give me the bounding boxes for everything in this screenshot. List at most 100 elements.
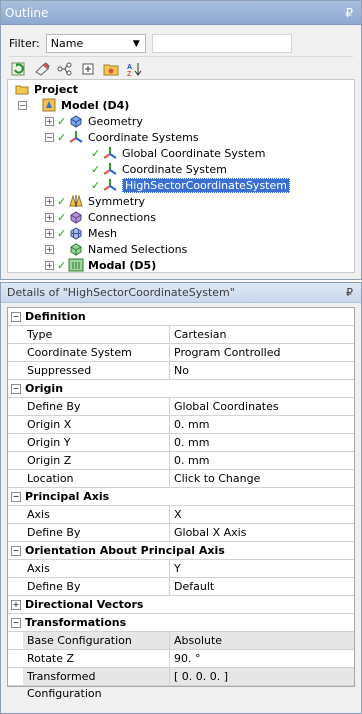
pin-icon[interactable]: ₽ [345, 1, 353, 25]
property-value[interactable]: 0. mm [170, 434, 354, 451]
property-value[interactable]: [ 0. 0. 0. ] [170, 668, 354, 685]
property-row[interactable]: Define By Global X Axis [8, 524, 354, 542]
outline-tree: Project − ✓ Model (D4) + ✓ Geometry − ✓ [7, 79, 355, 273]
collapse-icon[interactable]: − [45, 132, 54, 142]
chevron-down-icon[interactable]: ▼ [133, 36, 140, 53]
property-value[interactable]: Global X Axis [170, 524, 354, 541]
refresh-icon[interactable] [9, 60, 28, 78]
group-principal-axis[interactable]: − Principal Axis [8, 488, 354, 506]
select-icon[interactable] [32, 60, 51, 78]
collapse-icon[interactable]: − [11, 311, 21, 322]
details-panel: Details of "HighSectorCoordinateSystem" … [0, 282, 362, 714]
tree-item-label: Connections [88, 210, 156, 224]
tree-item-coordinate-systems[interactable]: − ✓ Coordinate Systems [45, 129, 199, 145]
property-row[interactable]: Define By Global Coordinates [8, 398, 354, 416]
property-value[interactable]: X [170, 506, 354, 523]
property-name: Transformed Configuration [23, 668, 170, 700]
tree-item-label: Mesh [88, 226, 117, 240]
expand-icon[interactable]: + [11, 599, 21, 610]
property-row[interactable]: Transformed Configuration[ 0. 0. 0. ] [8, 668, 354, 700]
check-icon: ✓ [57, 210, 67, 224]
property-value[interactable]: Cartesian [170, 326, 354, 343]
property-value[interactable]: Program Controlled [170, 344, 354, 361]
property-value[interactable]: 0. mm [170, 452, 354, 469]
expand-icon[interactable]: + [45, 244, 54, 254]
expand-icon[interactable]: + [45, 212, 54, 222]
property-value[interactable]: 0. mm [170, 416, 354, 433]
tree-item-label: Global Coordinate System [122, 146, 266, 160]
tree-item-modal[interactable]: + ✓ Modal (D5) [45, 257, 156, 273]
group-label: Principal Axis [25, 490, 110, 503]
tree-item-label: Coordinate System [122, 162, 227, 176]
tree-item-label: Geometry [88, 114, 143, 128]
check-icon: ✓ [57, 130, 67, 144]
tree-item-highsector-coordinate-system[interactable]: ✓ HighSectorCoordinateSystem [91, 177, 290, 193]
tree-item-coordinate-system[interactable]: ✓ Coordinate System [91, 161, 227, 177]
tree-item-connections[interactable]: + ✓ Connections [45, 209, 156, 225]
model-icon [41, 98, 57, 112]
details-title: Details of "HighSectorCoordinateSystem" [7, 286, 235, 299]
check-icon: ✓ [57, 226, 67, 240]
property-row[interactable]: Origin Z 0. mm [8, 452, 354, 470]
property-name: Origin Y [23, 434, 170, 451]
expand-icon[interactable]: + [45, 116, 54, 126]
expand-icon[interactable]: + [45, 196, 54, 206]
property-value[interactable]: Default [170, 578, 354, 595]
expand-icon[interactable]: + [45, 228, 54, 238]
graph-icon[interactable] [55, 60, 74, 78]
property-row[interactable]: Origin X 0. mm [8, 416, 354, 434]
group-transformations[interactable]: − Transformations [8, 614, 354, 632]
property-row[interactable]: Base Configuration Absolute [8, 632, 354, 650]
collapse-icon[interactable]: − [11, 383, 21, 394]
property-name: Rotate Z [23, 650, 170, 667]
expand-icon[interactable]: + [45, 260, 54, 270]
property-value[interactable]: No [170, 362, 354, 379]
connections-icon [68, 210, 84, 224]
property-name: Base Configuration [23, 632, 170, 649]
property-row[interactable]: Rotate Z 90. ° [8, 650, 354, 668]
property-value[interactable]: Y [170, 560, 354, 577]
tree-item-label: Project [34, 82, 79, 96]
collapse-icon[interactable]: − [11, 545, 21, 556]
sort-icon[interactable]: AZ [124, 60, 143, 78]
property-row[interactable]: Coordinate System Program Controlled [8, 344, 354, 362]
group-origin[interactable]: − Origin [8, 380, 354, 398]
group-definition[interactable]: − Definition [8, 308, 354, 326]
property-row[interactable]: Type Cartesian [8, 326, 354, 344]
tree-item-named-selections[interactable]: + ✓ Named Selections [45, 241, 187, 257]
property-name: Type [23, 326, 170, 343]
property-name: Define By [23, 524, 170, 541]
group-label: Origin [25, 382, 64, 395]
tree-item-global-coordinate-system[interactable]: ✓ Global Coordinate System [91, 145, 265, 161]
property-value[interactable]: Click to Change [170, 470, 354, 487]
property-value[interactable]: 90. ° [170, 650, 354, 667]
property-row[interactable]: Suppressed No [8, 362, 354, 380]
property-name: Axis [23, 506, 170, 523]
axes-icon [102, 178, 118, 192]
property-row[interactable]: Axis Y [8, 560, 354, 578]
tree-item-model[interactable]: − ✓ Model (D4) [18, 97, 129, 113]
collapse-icon[interactable]: − [11, 617, 21, 628]
property-value[interactable]: Global Coordinates [170, 398, 354, 415]
filter-type-select[interactable]: Name ▼ [45, 33, 146, 53]
filter-input[interactable] [151, 33, 292, 53]
tree-item-mesh[interactable]: + ✓ Mesh [45, 225, 117, 241]
property-row[interactable]: Origin Y 0. mm [8, 434, 354, 452]
collapse-icon[interactable]: − [18, 100, 27, 110]
folder-icon[interactable] [101, 60, 120, 78]
expand-all-icon[interactable] [78, 60, 97, 78]
tree-item-geometry[interactable]: + ✓ Geometry [45, 113, 143, 129]
tree-item-label-selected: HighSectorCoordinateSystem [122, 177, 290, 193]
group-directional-vectors[interactable]: + Directional Vectors [8, 596, 354, 614]
tree-item-label: Symmetry [88, 194, 146, 208]
check-icon: ✓ [57, 258, 67, 272]
group-orientation-about-principal-axis[interactable]: − Orientation About Principal Axis [8, 542, 354, 560]
pin-icon[interactable]: ₽ [346, 283, 353, 303]
property-row[interactable]: Axis X [8, 506, 354, 524]
tree-item-project[interactable]: Project [14, 81, 78, 97]
property-row[interactable]: Define By Default [8, 578, 354, 596]
property-value[interactable]: Absolute [170, 632, 354, 649]
collapse-icon[interactable]: − [11, 491, 21, 502]
tree-item-symmetry[interactable]: + ✓ Symmetry [45, 193, 145, 209]
property-row[interactable]: Location Click to Change [8, 470, 354, 488]
